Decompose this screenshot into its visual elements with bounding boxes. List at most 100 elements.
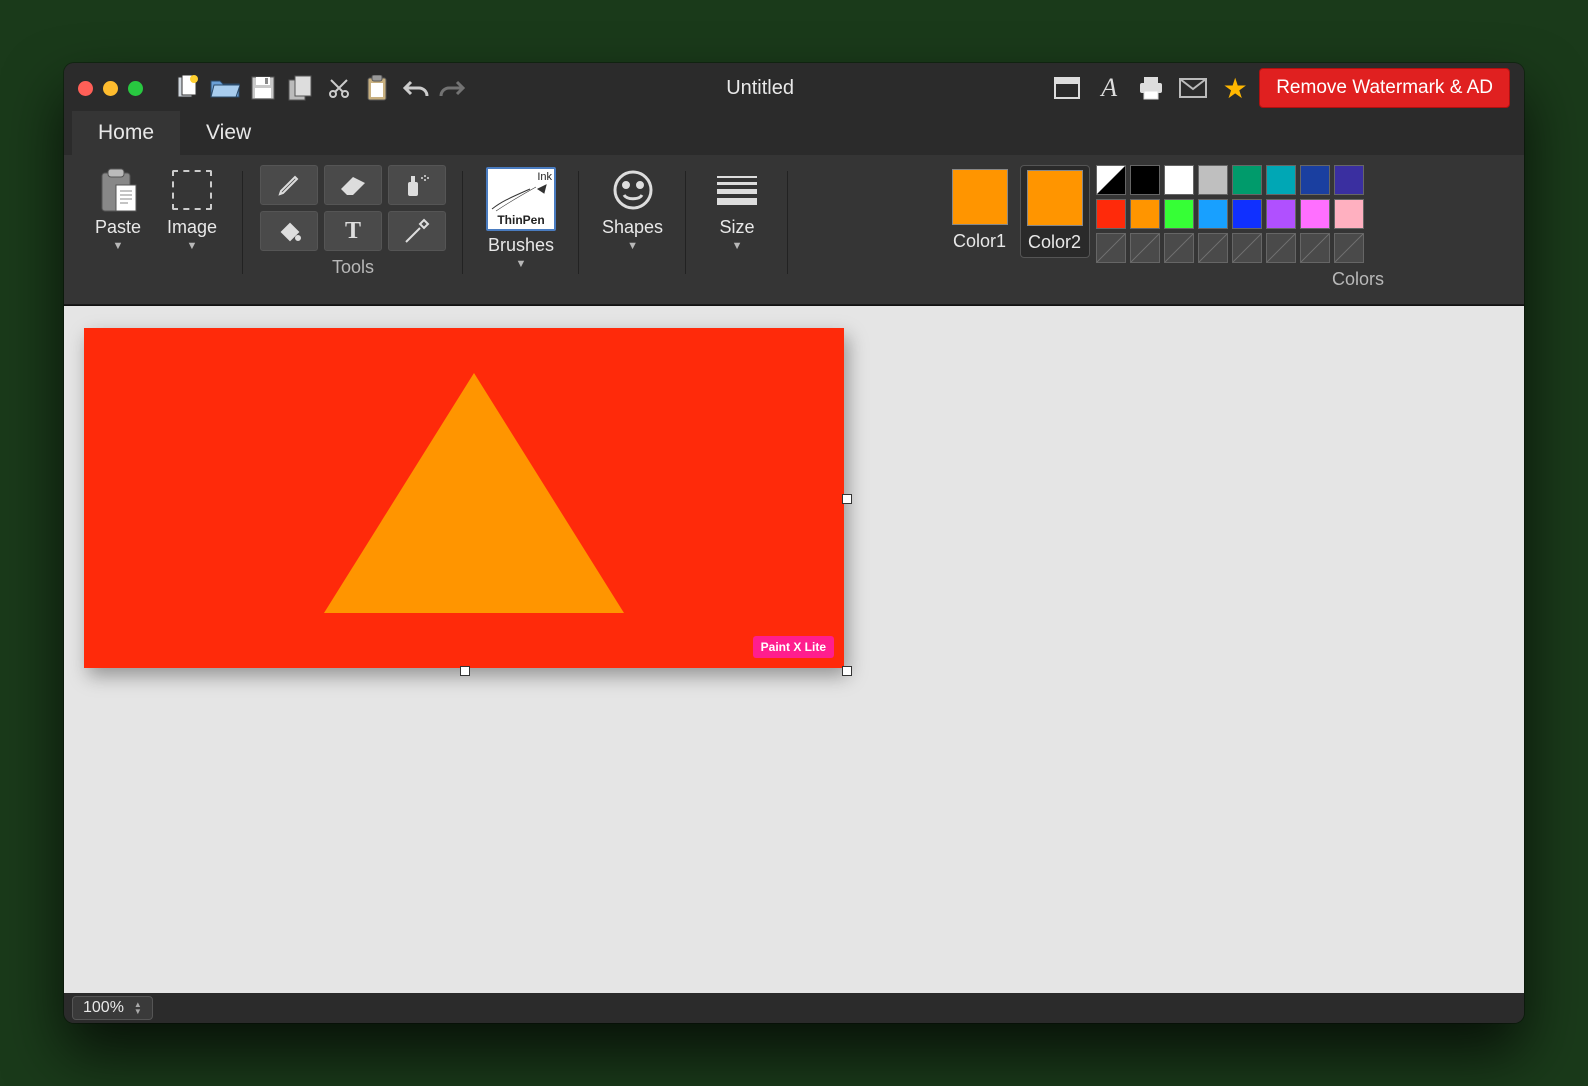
- chevron-down-icon: ▼: [187, 242, 198, 250]
- brush-name: ThinPen: [497, 213, 544, 227]
- palette-swatch[interactable]: [1232, 233, 1262, 263]
- paste-button[interactable]: [359, 71, 395, 105]
- title-bar: Untitled A ★ Remove Watermark & AD: [64, 63, 1524, 113]
- shapes-button[interactable]: Shapes ▼: [596, 165, 669, 252]
- shapes-label: Shapes: [602, 217, 663, 238]
- size-button[interactable]: Size ▼: [703, 165, 771, 252]
- pencil-icon: [276, 172, 302, 198]
- image-select-button[interactable]: Image ▼: [158, 165, 226, 252]
- watermark-badge: Paint X Lite: [753, 636, 834, 658]
- open-file-button[interactable]: [207, 71, 243, 105]
- palette-swatch[interactable]: [1096, 199, 1126, 229]
- text-tool[interactable]: T: [324, 211, 382, 251]
- quick-toolbar: [169, 71, 471, 105]
- brushes-label: Brushes: [488, 235, 554, 256]
- tab-home[interactable]: Home: [72, 111, 180, 155]
- color1-swatch: [952, 169, 1008, 225]
- close-window-button[interactable]: [78, 81, 93, 96]
- resize-handle-corner[interactable]: [842, 666, 852, 676]
- palette-swatch[interactable]: [1300, 165, 1330, 195]
- resize-handle-bottom[interactable]: [460, 666, 470, 676]
- palette-swatch[interactable]: [1266, 233, 1296, 263]
- palette-swatch[interactable]: [1164, 233, 1194, 263]
- eyedropper-icon: [404, 218, 430, 244]
- remove-watermark-button[interactable]: Remove Watermark & AD: [1259, 68, 1510, 108]
- palette-swatch[interactable]: [1232, 199, 1262, 229]
- color1-label: Color1: [953, 231, 1006, 252]
- clipboard-icon: [366, 75, 388, 101]
- chevron-down-icon: ▼: [627, 242, 638, 250]
- redo-icon: [439, 78, 467, 98]
- spray-tool[interactable]: [388, 165, 446, 205]
- title-right-group: A ★ Remove Watermark & AD: [1049, 68, 1510, 108]
- palette-swatch[interactable]: [1096, 233, 1126, 263]
- pencil-tool[interactable]: [260, 165, 318, 205]
- tab-view[interactable]: View: [180, 111, 277, 155]
- size-group: Size ▼: [695, 165, 779, 298]
- spray-icon: [404, 172, 430, 198]
- new-file-button[interactable]: [169, 71, 205, 105]
- ribbon-tabs: Home View: [64, 113, 1524, 155]
- palette-swatch[interactable]: [1198, 199, 1228, 229]
- tools-group: T Tools: [252, 165, 454, 298]
- scissors-icon: [327, 76, 351, 100]
- resize-handle-right[interactable]: [842, 494, 852, 504]
- mail-button[interactable]: [1175, 71, 1211, 105]
- font-icon: A: [1101, 73, 1117, 103]
- brushes-button[interactable]: Ink ThinPen Brushes ▼: [480, 165, 562, 270]
- brushes-group: Ink ThinPen Brushes ▼: [472, 165, 570, 298]
- canvas[interactable]: Paint X Lite: [84, 328, 844, 668]
- palette-swatch[interactable]: [1300, 199, 1330, 229]
- canvas-area[interactable]: Paint X Lite: [64, 305, 1524, 993]
- chevron-down-icon: ▼: [516, 260, 527, 268]
- palette-swatch[interactable]: [1130, 233, 1160, 263]
- fill-tool[interactable]: [260, 211, 318, 251]
- eraser-icon: [339, 175, 367, 195]
- print-button[interactable]: [1133, 71, 1169, 105]
- palette-swatch[interactable]: [1198, 165, 1228, 195]
- brush-preview: Ink ThinPen: [486, 167, 556, 231]
- save-button[interactable]: [245, 71, 281, 105]
- tools-group-label: Tools: [332, 257, 374, 279]
- palette-swatch[interactable]: [1232, 165, 1262, 195]
- star-icon: ★: [1223, 72, 1248, 105]
- shapes-group: Shapes ▼: [588, 165, 677, 298]
- palette-swatch[interactable]: [1096, 165, 1126, 195]
- palette-swatch[interactable]: [1334, 233, 1364, 263]
- palette-swatch[interactable]: [1164, 165, 1194, 195]
- minimize-window-button[interactable]: [103, 81, 118, 96]
- palette-swatch[interactable]: [1130, 199, 1160, 229]
- colors-group: Color1 Color2 Colors: [797, 165, 1512, 298]
- eyedropper-tool[interactable]: [388, 211, 446, 251]
- palette-swatch[interactable]: [1300, 233, 1330, 263]
- favorite-button[interactable]: ★: [1217, 71, 1253, 105]
- chevron-down-icon: ▼: [113, 242, 124, 250]
- eraser-tool[interactable]: [324, 165, 382, 205]
- paste-big-button[interactable]: Paste ▼: [84, 165, 152, 252]
- window-mode-button[interactable]: [1049, 71, 1085, 105]
- palette-swatch[interactable]: [1334, 165, 1364, 195]
- document-title: Untitled: [479, 77, 1041, 100]
- redo-button[interactable]: [435, 71, 471, 105]
- zoom-control[interactable]: 100% ▲▼: [72, 996, 153, 1020]
- palette-swatch[interactable]: [1266, 165, 1296, 195]
- colors-group-label: Colors: [1332, 269, 1384, 291]
- palette-swatch[interactable]: [1266, 199, 1296, 229]
- smiley-icon: [610, 167, 656, 213]
- cut-button[interactable]: [321, 71, 357, 105]
- chevron-down-icon: ▼: [732, 242, 743, 250]
- zoom-window-button[interactable]: [128, 81, 143, 96]
- copy-button[interactable]: [283, 71, 319, 105]
- palette-swatch[interactable]: [1334, 199, 1364, 229]
- color1-button[interactable]: Color1: [946, 165, 1014, 256]
- font-button[interactable]: A: [1091, 71, 1127, 105]
- color2-button[interactable]: Color2: [1020, 165, 1090, 258]
- triangle-shape[interactable]: [324, 373, 624, 613]
- palette-swatch[interactable]: [1198, 233, 1228, 263]
- size-label: Size: [720, 217, 755, 238]
- paste-label: Paste: [95, 217, 141, 238]
- palette-swatch[interactable]: [1130, 165, 1160, 195]
- palette-swatch[interactable]: [1164, 199, 1194, 229]
- undo-button[interactable]: [397, 71, 433, 105]
- line-weight-icon: [714, 167, 760, 213]
